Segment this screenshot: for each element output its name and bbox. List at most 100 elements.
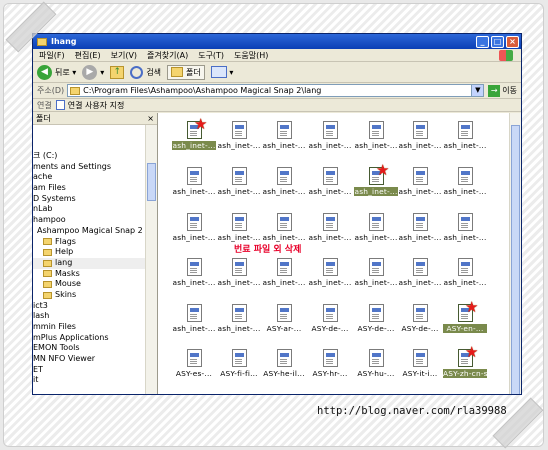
file-item[interactable]: ash_inet-... [262,165,306,205]
tree-scrollbar[interactable] [145,125,157,394]
tree-item[interactable]: nLab [33,204,157,215]
file-item[interactable]: ash_inet-... [443,165,487,205]
maximize-button[interactable]: □ [491,35,504,48]
file-item[interactable]: ash_inet-... [172,256,216,296]
file-item[interactable]: ★ ash_inet-... [354,163,398,205]
language-file-icon [368,121,384,139]
file-item[interactable]: ash_inet-... [443,256,487,296]
tree-item[interactable]: lang [33,257,157,269]
close-button[interactable]: × [506,35,519,48]
tree-item[interactable]: ET [33,365,157,376]
file-item[interactable]: ASY-de-... [398,302,442,342]
tree-item-label: lang [55,257,73,267]
file-item[interactable]: ash_inet-... [398,211,442,251]
file-item[interactable]: ★ ash_inet-... [172,117,216,159]
go-button[interactable]: → 이동 [488,84,517,97]
up-folder-button[interactable]: ↑ [110,65,125,79]
tree-item[interactable]: mPlus Applications [33,333,157,344]
file-item[interactable]: ash_inet-... [217,302,261,342]
file-item[interactable]: ash_inet-... [172,211,216,251]
menu-help[interactable]: 도움말(H) [234,50,268,61]
file-item[interactable]: ASY-hr-... [308,347,352,387]
views-button[interactable]: ▾ [210,66,233,78]
links-customize[interactable]: 연결 사용자 지정 [68,100,125,111]
file-item[interactable]: ash_inet-... [354,119,398,159]
folders-button[interactable]: 폴더 [167,64,205,80]
tree-item[interactable]: EMON Tools [33,343,157,354]
tree-item[interactable]: MN NFO Viewer [33,354,157,365]
file-list-scrollbar[interactable] [509,113,521,394]
file-item[interactable]: ash_inet-... [308,211,352,251]
tree-item[interactable]: 크 (C:) [33,151,157,162]
file-item[interactable]: ash_inet-... [217,119,261,159]
tree-item[interactable]: hampoo [33,215,157,226]
tree-item[interactable]: D Systems [33,194,157,205]
tree-scrollbar-thumb[interactable] [147,163,156,201]
file-name: ASY-hr-... [312,369,348,378]
file-item[interactable]: ASY-he-il... [262,347,306,387]
file-item[interactable]: ASY-es-... [172,347,216,387]
search-button[interactable]: 검색 [130,65,161,79]
folder-pane-close-icon[interactable]: × [147,114,154,123]
language-file-icon [368,258,384,276]
file-item[interactable]: ash_inet-... [308,165,352,205]
file-item[interactable]: ash_inet-... [262,119,306,159]
forward-dropdown-icon[interactable]: ▾ [100,68,104,77]
folder-icon [43,270,52,278]
file-item[interactable]: ASY-hu-... [354,347,398,387]
address-field[interactable]: C:\Program Files\Ashampoo\Ashampoo Magic… [67,84,485,97]
file-item[interactable]: ash_inet-... [172,302,216,342]
file-item[interactable]: ash_inet-... [262,256,306,296]
tree-item[interactable]: lash [33,311,157,322]
menu-file[interactable]: 파일(F) [39,50,65,61]
menu-edit[interactable]: 편집(E) [75,50,101,61]
file-item[interactable]: ash_inet-... [443,211,487,251]
file-item[interactable]: ASY-it-i... [398,347,442,387]
file-name: ash_inet-... [172,187,216,196]
file-item[interactable]: ash_inet-... [354,211,398,251]
minimize-button[interactable]: _ [476,35,489,48]
tree-item[interactable]: Ashampoo Magical Snap 2 [33,226,157,237]
tree-item[interactable]: ments and Settings [33,162,157,173]
file-item[interactable]: ASY-fi-fi... [217,347,261,387]
forward-button[interactable]: ▶ ▾ [82,64,104,80]
file-item[interactable]: ash_inet-... [308,119,352,159]
search-icon [130,65,144,79]
tree-item[interactable]: Help [33,247,157,258]
menu-view[interactable]: 보기(V) [111,50,137,61]
file-item[interactable]: ★ ASY-en-... [443,300,487,342]
file-item[interactable]: ash_inet-... [398,119,442,159]
file-item[interactable]: ash_inet-... [354,256,398,296]
tree-item[interactable]: ache [33,172,157,183]
language-file-icon [457,213,473,231]
tree-item[interactable]: mmin Files [33,322,157,333]
file-item[interactable]: ash_inet-... [443,119,487,159]
file-item[interactable]: ASY-de-... [354,302,398,342]
language-file-icon [231,213,247,231]
tree-item[interactable]: Skins [33,290,157,301]
file-item[interactable]: ash_inet-... [398,165,442,205]
back-label: 뒤로 [55,67,70,77]
file-item[interactable]: ★ ASY-zh-cn-shang [443,345,507,387]
file-list-scrollbar-thumb[interactable] [511,125,520,394]
file-item[interactable]: ASY-de-... [308,302,352,342]
views-dropdown-icon[interactable]: ▾ [227,68,233,77]
menu-tools[interactable]: 도구(T) [198,50,224,61]
tree-item-label: Skins [55,289,77,299]
address-dropdown-icon[interactable]: ▼ [471,85,484,96]
tree-item[interactable]: am Files [33,183,157,194]
file-item[interactable]: ash_inet-... [217,256,261,296]
file-item[interactable]: ASY-ar-... [262,302,306,342]
tree-item[interactable]: Mouse [33,279,157,290]
tree-item[interactable]: Flags [33,237,157,248]
tree-item[interactable]: Masks [33,269,157,280]
tree-item[interactable]: it [33,375,157,386]
file-item[interactable]: ash_inet-... [398,256,442,296]
file-item[interactable]: ash_inet-... [217,165,261,205]
back-dropdown-icon[interactable]: ▾ [70,68,76,77]
back-button[interactable]: ◀ 뒤로 ▾ [37,64,76,80]
tree-item[interactable]: ict3 [33,301,157,312]
menu-favorites[interactable]: 즐겨찾기(A) [147,50,188,61]
file-item[interactable]: ash_inet-... [308,256,352,296]
file-item[interactable]: ash_inet-... [172,165,216,205]
